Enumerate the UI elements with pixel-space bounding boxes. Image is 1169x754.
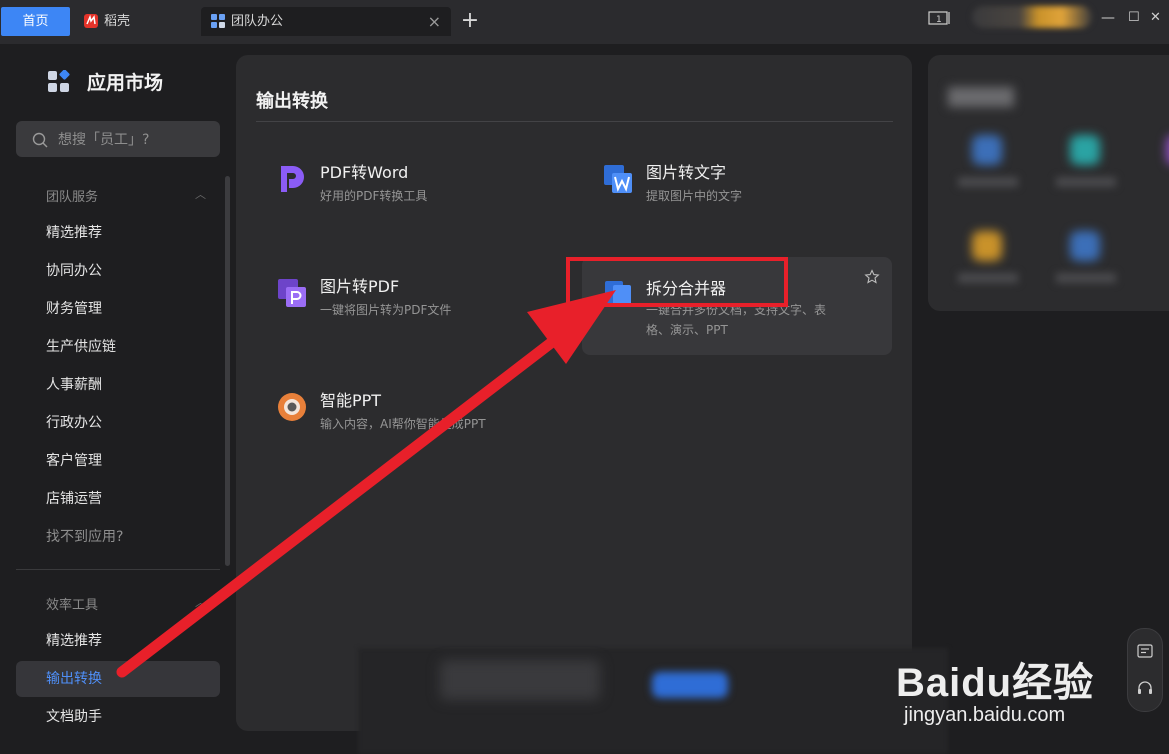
divider (16, 569, 220, 570)
blurred-app-label (958, 273, 1018, 283)
app-description: 好用的PDF转换工具 (320, 189, 428, 203)
app-name: 图片转文字 (646, 163, 727, 182)
sidebar-item-label: 行政办公 (46, 415, 102, 431)
section-title: 输出转换 (256, 91, 328, 112)
app-description: 一键将图片转为PDF文件 (320, 303, 452, 317)
blurred-app-icon[interactable] (1070, 231, 1100, 261)
app-market-icon (48, 70, 70, 92)
app-list-panel: 输出转换 PDF转Word 好用的PDF转换工具 图片转文字 提取图片中的文字 … (236, 55, 912, 731)
feedback-icon[interactable] (1136, 643, 1154, 661)
app-name: PDF转Word (320, 163, 409, 182)
tab-team-office[interactable]: 团队办公 × (201, 7, 451, 36)
sidebar-item-finance[interactable]: 财务管理 (16, 291, 220, 327)
svg-text:1: 1 (936, 15, 942, 25)
watermark-url: jingyan.baidu.com (904, 704, 1066, 726)
account-area[interactable] (972, 6, 1092, 28)
blurred-app-label (958, 177, 1018, 187)
app-description: 提取图片中的文字 (646, 189, 743, 203)
apps-grid-icon (211, 14, 225, 28)
app-card-smart-ppt[interactable]: 智能PPT 输入内容，AI帮你智能生成PPT (256, 375, 566, 473)
close-window-button[interactable]: ✕ (1150, 7, 1161, 29)
section-heading-efficiency-tools: 效率工具 (46, 598, 99, 613)
sidebar-item-store-ops[interactable]: 店铺运营 (16, 481, 220, 517)
sidebar-item-label: 店铺运营 (46, 491, 102, 507)
sidebar-item-cant-find-app[interactable]: 找不到应用? (16, 519, 220, 555)
chevron-up-icon[interactable]: ︿ (195, 594, 206, 610)
sidebar-item-label: 精选推荐 (46, 225, 102, 241)
right-panel (928, 55, 1169, 311)
sidebar-item-supply-chain[interactable]: 生产供应链 (16, 329, 220, 365)
sidebar-item-label: 精选推荐 (46, 633, 102, 649)
title-bar: 首页 稻壳 团队办公 × + 1 — ☐ ✕ (0, 0, 1169, 44)
baidu-watermark: Baidu经验 jingyan.baidu.com (896, 628, 1126, 728)
add-tab-button[interactable]: + (458, 8, 482, 34)
sidebar: 应用市场 团队服务 ︿ 精选推荐 协同办公 财务管理 生产供应链 人事薪酬 行政… (0, 44, 236, 754)
blurred-app-icon[interactable] (972, 135, 1002, 165)
sidebar-item-label: 客户管理 (46, 453, 102, 469)
sidebar-item-label: 生产供应链 (46, 339, 116, 355)
pdf-to-word-icon (281, 166, 304, 192)
app-name: 智能PPT (320, 391, 382, 410)
daoke-logo-icon (84, 14, 98, 28)
app-card-pdf-to-word[interactable]: PDF转Word 好用的PDF转换工具 (256, 147, 566, 245)
app-card-image-to-pdf[interactable]: 图片转PDF 一键将图片转为PDF文件 (256, 261, 566, 359)
blurred-app-icon[interactable] (1070, 135, 1100, 165)
sidebar-item-label: 输出转换 (46, 671, 102, 687)
tab-home[interactable]: 首页 (1, 7, 70, 36)
chevron-up-icon[interactable]: ︿ (195, 186, 206, 202)
blurred-app-label (1056, 273, 1116, 283)
divider (256, 121, 893, 122)
layout-switch-icon[interactable]: 1 (928, 10, 952, 26)
sidebar-item-doc-assistant[interactable]: 文档助手 (16, 699, 220, 735)
tab-daoke[interactable]: 稻壳 (74, 7, 198, 36)
floating-toolbar (1127, 628, 1163, 712)
sidebar-item-label: 协同办公 (46, 263, 102, 279)
star-icon[interactable] (864, 269, 880, 285)
search-box[interactable] (16, 121, 220, 157)
right-panel-title (948, 87, 1014, 107)
sidebar-item-hr-payroll[interactable]: 人事薪酬 (16, 367, 220, 403)
scrollbar[interactable] (225, 176, 230, 566)
bottom-banner-text (440, 660, 600, 700)
tab-team-office-label: 团队办公 (231, 14, 284, 29)
sidebar-item-output-conversion[interactable]: 输出转换 (16, 661, 220, 697)
maximize-button[interactable]: ☐ (1128, 7, 1140, 29)
sidebar-item-customers[interactable]: 客户管理 (16, 443, 220, 479)
app-description: 输入内容，AI帮你智能生成PPT (320, 417, 486, 431)
watermark-logo: Baidu经验 (896, 661, 1095, 705)
app-card-image-to-text[interactable]: 图片转文字 提取图片中的文字 (582, 147, 892, 245)
sidebar-item-featured-tools[interactable]: 精选推荐 (16, 623, 220, 659)
section-heading-team-services: 团队服务 (46, 190, 99, 205)
headset-icon[interactable] (1136, 679, 1154, 697)
sidebar-item-featured[interactable]: 精选推荐 (16, 215, 220, 251)
close-tab-icon[interactable]: × (428, 7, 441, 36)
page-title: 应用市场 (87, 72, 164, 94)
sidebar-item-label: 财务管理 (46, 301, 102, 317)
search-input[interactable] (56, 127, 210, 153)
search-icon (32, 132, 48, 148)
sidebar-item-label: 找不到应用? (46, 529, 124, 545)
sidebar-item-admin[interactable]: 行政办公 (16, 405, 220, 441)
blurred-app-label (1056, 177, 1116, 187)
sidebar-item-label: 人事薪酬 (46, 377, 102, 393)
image-to-pdf-icon (278, 279, 306, 307)
image-to-text-icon (604, 165, 632, 193)
sidebar-item-label: 文档助手 (46, 709, 102, 725)
tab-daoke-label: 稻壳 (104, 14, 131, 29)
smart-ppt-icon (278, 393, 306, 421)
blurred-app-icon[interactable] (972, 231, 1002, 261)
sidebar-item-collaboration[interactable]: 协同办公 (16, 253, 220, 289)
annotation-highlight-box (566, 257, 788, 307)
minimize-button[interactable]: — (1101, 7, 1115, 29)
bottom-banner-button[interactable] (652, 672, 728, 698)
app-name: 图片转PDF (320, 277, 400, 296)
